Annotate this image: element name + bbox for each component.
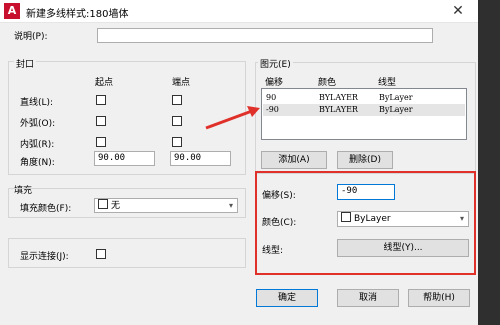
window-title: 新建多线样式:180墙体 xyxy=(26,9,129,20)
elements-list[interactable]: 90 BYLAYER ByLayer -90 BYLAYER ByLayer xyxy=(261,88,467,140)
element-color-value: ByLayer xyxy=(354,214,391,224)
annotation-arrow-icon xyxy=(205,106,260,130)
background-window xyxy=(478,0,500,325)
linetype-button[interactable]: 线型(Y)... xyxy=(337,239,469,257)
element-color-label: 颜色(C): xyxy=(262,218,297,228)
element-color-select[interactable]: ByLayer ▾ xyxy=(337,211,469,227)
description-input[interactable] xyxy=(97,28,433,43)
description-label: 说明(P): xyxy=(14,32,48,42)
caps-outer-arc-end-checkbox[interactable] xyxy=(172,116,182,126)
caps-outer-arc-start-checkbox[interactable] xyxy=(96,116,106,126)
caps-line-end-checkbox[interactable] xyxy=(172,95,182,105)
autocad-app-icon: A xyxy=(4,3,20,19)
chevron-down-icon: ▾ xyxy=(459,214,464,223)
list-item[interactable]: 90 BYLAYER ByLayer xyxy=(263,92,465,104)
caps-inner-arc-end-checkbox[interactable] xyxy=(172,137,182,147)
delete-element-button[interactable]: 删除(D) xyxy=(337,151,393,169)
caps-inner-arc-label: 内弧(R): xyxy=(20,140,55,150)
show-joints-checkbox[interactable] xyxy=(96,249,106,259)
caps-start-header: 起点 xyxy=(95,78,114,88)
show-joints-label: 显示连接(J): xyxy=(20,252,69,262)
caps-angle-start-input[interactable]: 90.00 xyxy=(94,151,155,166)
color-swatch-icon xyxy=(98,199,108,209)
caps-end-header: 端点 xyxy=(172,78,191,88)
help-button[interactable]: 帮助(H) xyxy=(408,289,470,307)
fill-color-label: 填充颜色(F): xyxy=(20,204,72,214)
close-icon[interactable]: ✕ xyxy=(446,2,470,20)
fill-color-value: 无 xyxy=(111,201,121,211)
list-item-selected[interactable]: -90 BYLAYER ByLayer xyxy=(263,104,465,116)
caps-inner-arc-start-checkbox[interactable] xyxy=(96,137,106,147)
offset-input[interactable]: -90 xyxy=(337,184,395,200)
add-element-button[interactable]: 添加(A) xyxy=(261,151,327,169)
elements-linetype-header: 线型 xyxy=(378,78,397,88)
caps-group-title: 封口 xyxy=(14,57,37,70)
caps-outer-arc-label: 外弧(O): xyxy=(20,119,56,129)
elements-group-title: 图元(E) xyxy=(258,57,293,70)
caps-line-start-checkbox[interactable] xyxy=(96,95,106,105)
ok-button[interactable]: 确定 xyxy=(256,289,318,307)
caps-angle-end-input[interactable]: 90.00 xyxy=(170,151,231,166)
caps-angle-label: 角度(N): xyxy=(20,158,55,168)
offset-label: 偏移(S): xyxy=(262,191,296,201)
elements-color-header: 颜色 xyxy=(318,78,337,88)
caps-line-label: 直线(L): xyxy=(20,98,54,108)
elements-offset-header: 偏移 xyxy=(265,78,284,88)
linetype-label: 线型: xyxy=(262,246,284,256)
cancel-button[interactable]: 取消 xyxy=(337,289,399,307)
chevron-down-icon: ▾ xyxy=(228,201,233,210)
fill-color-select[interactable]: 无 ▾ xyxy=(94,198,238,213)
color-swatch-icon xyxy=(341,212,351,222)
